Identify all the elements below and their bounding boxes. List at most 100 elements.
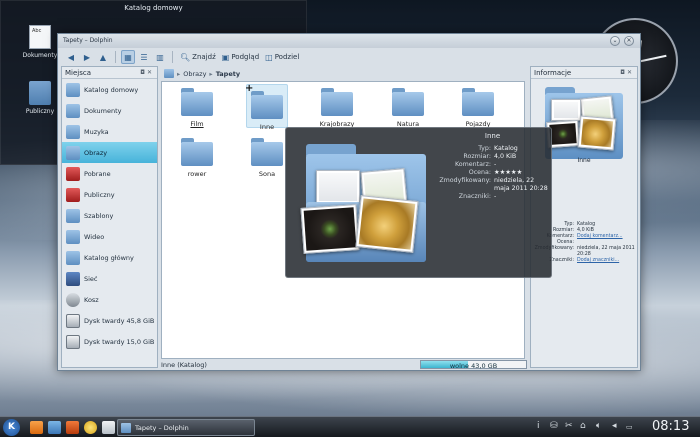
- place-item[interactable]: Obrazy: [62, 142, 157, 163]
- search-icon: 🔍︎: [180, 52, 191, 62]
- up-button[interactable]: ▲: [96, 50, 110, 64]
- free-space-indicator[interactable]: wolne 43,0 GB: [420, 360, 527, 370]
- property-value: 4,0 KiB: [494, 153, 517, 160]
- file-tooltip: Inne Typ: Katalog Rozmiar: 4,0 KiB Komentarz…: [285, 127, 552, 278]
- digital-clock[interactable]: 08:13: [652, 419, 689, 434]
- window-title: Tapety – Dolphin: [63, 37, 113, 44]
- folder-item-pojazdy[interactable]: Pojazdy: [457, 88, 499, 128]
- breadcrumb-item-obrazy[interactable]: Obrazy: [183, 70, 206, 78]
- place-item-label: Publiczny: [84, 190, 115, 199]
- desktop-icon-label: Dokumenty: [22, 52, 58, 59]
- kde-menu-button[interactable]: K: [3, 419, 20, 436]
- float-panel-icon[interactable]: ◘: [140, 69, 147, 76]
- folder-item-rower[interactable]: rower: [176, 138, 218, 178]
- info-icon[interactable]: i: [537, 421, 540, 431]
- forward-button[interactable]: ▶: [80, 50, 94, 64]
- network-icon: [66, 271, 80, 286]
- close-panel-icon[interactable]: ✕: [627, 69, 634, 76]
- split-button[interactable]: ◫ Podziel: [263, 50, 301, 64]
- details-view-button[interactable]: ☰: [137, 50, 151, 64]
- music-folder-icon: [66, 124, 80, 139]
- weather-icon[interactable]: [84, 421, 97, 434]
- folder-icon: [251, 138, 283, 166]
- folder-item-natura[interactable]: Natura: [387, 88, 429, 128]
- minimize-button[interactable]: ⌄: [610, 36, 620, 46]
- folder-item-sona[interactable]: Sona: [246, 138, 288, 178]
- property-row: Rozmiar: 4,0 KiB: [426, 153, 551, 161]
- folder-item-film[interactable]: Film: [176, 88, 218, 128]
- float-panel-icon[interactable]: ◘: [620, 69, 627, 76]
- property-value: niedziela, 22 maja 2011 20:28: [577, 246, 635, 257]
- desktop-icon-public[interactable]: Publiczny: [18, 81, 62, 115]
- select-plus-icon[interactable]: +: [245, 83, 253, 94]
- property-row: Ocena: ★★★★★: [426, 169, 551, 177]
- place-item[interactable]: Katalog główny: [62, 247, 157, 268]
- task-dolphin[interactable]: Tapety – Dolphin: [117, 419, 255, 436]
- battery-icon[interactable]: ▭: [626, 423, 633, 431]
- app-launcher-icon[interactable]: [48, 421, 61, 434]
- main-toolbar: ◀ ▶ ▲ ▦ ☰ ▥ 🔍︎ Znajdź ▣ Podgląd ◫ Podziel: [58, 48, 640, 66]
- place-item-label: Katalog domowy: [84, 85, 139, 94]
- documents-folder-icon: [66, 103, 80, 118]
- icons-view-button[interactable]: ▦: [121, 50, 135, 64]
- place-item[interactable]: Dysk twardy 15,0 GiB: [62, 331, 157, 352]
- tooltip-title: Inne: [484, 132, 501, 140]
- property-key: Komentarz:: [454, 161, 491, 168]
- device-notifier-icon[interactable]: ⛁: [550, 421, 558, 431]
- split-view-icon: ◫: [265, 52, 273, 62]
- folder-icon: [462, 88, 494, 116]
- property-row: Typ: Katalog: [426, 145, 551, 153]
- folder-icon[interactable]: [164, 69, 174, 78]
- place-item[interactable]: Publiczny: [62, 184, 157, 205]
- document-icon: Abc: [29, 25, 51, 49]
- breadcrumb-item-tapety[interactable]: Tapety: [216, 70, 240, 78]
- desktop-icon-documents[interactable]: Abc Dokumenty: [18, 25, 62, 59]
- place-item[interactable]: Katalog domowy: [62, 79, 157, 100]
- window-titlebar[interactable]: Tapety – Dolphin ⌄ ✕: [58, 34, 640, 48]
- place-item[interactable]: Dysk twardy 45,8 GiB: [62, 310, 157, 331]
- root-folder-icon: [66, 250, 80, 265]
- preview-button[interactable]: ▣ Podgląd: [220, 50, 261, 64]
- place-item[interactable]: Dokumenty: [62, 100, 157, 121]
- folder-item-krajobrazy[interactable]: Krajobrazy: [316, 88, 358, 128]
- place-item-label: Muzyka: [84, 127, 109, 136]
- pictures-folder-icon: [66, 145, 80, 160]
- folder-icon: [321, 88, 353, 116]
- tray-expand-icon[interactable]: ◂: [612, 421, 617, 431]
- rss-icon[interactable]: [30, 421, 43, 434]
- find-button[interactable]: 🔍︎ Znajdź: [178, 50, 218, 64]
- arrow-left-icon: ◀: [67, 52, 75, 62]
- folder-icon: [392, 88, 424, 116]
- place-item[interactable]: Kosz: [62, 289, 157, 310]
- preview-icon: ▣: [221, 52, 230, 62]
- place-item[interactable]: Muzyka: [62, 121, 157, 142]
- place-item-label: Wideo: [84, 232, 105, 241]
- network-tray-icon[interactable]: ⌂: [580, 421, 586, 431]
- places-panel-header: Miejsca ◘✕: [62, 67, 157, 79]
- folder-item-inne[interactable]: + Inne: [245, 83, 288, 131]
- hard-disk-icon: [66, 334, 80, 349]
- close-button[interactable]: ✕: [624, 36, 634, 46]
- place-item[interactable]: Sieć: [62, 268, 157, 289]
- place-item[interactable]: Pobrane: [62, 163, 157, 184]
- property-value: Katalog: [494, 145, 518, 152]
- place-item-label: Dokumenty: [84, 106, 122, 115]
- free-space-label: wolne 43,0 GB: [449, 362, 498, 370]
- columns-view-button[interactable]: ▥: [153, 50, 167, 64]
- notes-icon[interactable]: [102, 421, 115, 434]
- klipper-icon[interactable]: ✂: [565, 421, 573, 431]
- folder-icon: [181, 138, 213, 166]
- folder-view-title: Katalog domowy: [124, 4, 183, 12]
- property-key: Zmodyfikowany:: [439, 177, 491, 184]
- place-item[interactable]: Szablony: [62, 205, 157, 226]
- close-panel-icon[interactable]: ✕: [147, 69, 154, 76]
- place-item[interactable]: Wideo: [62, 226, 157, 247]
- property-row: Komentarz: -: [426, 161, 551, 169]
- volume-icon[interactable]: 🔈︎: [596, 421, 601, 431]
- media-icon[interactable]: [66, 421, 79, 434]
- property-value[interactable]: Dodaj znaczniki...: [577, 258, 637, 264]
- tooltip-preview-image: [298, 140, 430, 268]
- property-value: -: [494, 193, 497, 200]
- trash-icon: [66, 292, 80, 307]
- back-button[interactable]: ◀: [64, 50, 78, 64]
